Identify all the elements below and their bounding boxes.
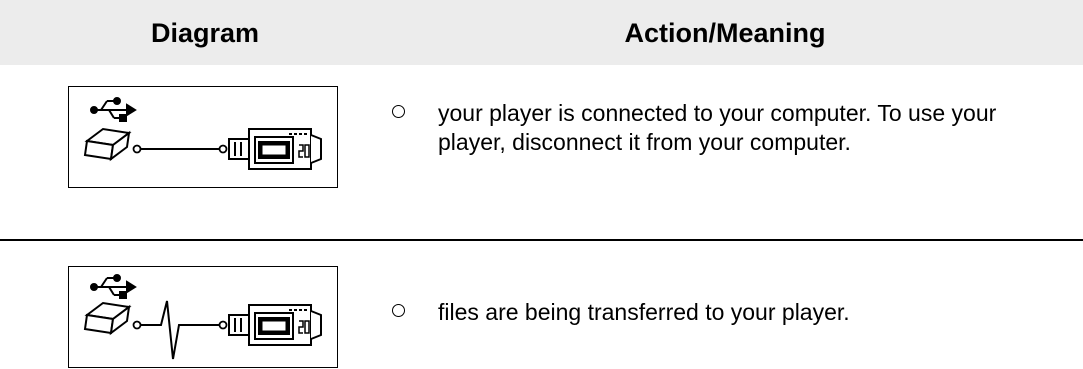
circle-bullet-icon xyxy=(392,304,405,317)
action-text: your player is connected to your compute… xyxy=(438,100,997,155)
row-divider xyxy=(0,239,1083,241)
usb-transferring-icon xyxy=(68,266,338,368)
circle-bullet-icon xyxy=(392,105,405,118)
usb-connected-icon xyxy=(68,86,338,188)
column-header-diagram: Diagram xyxy=(150,18,260,48)
table-header: Diagram Action/Meaning xyxy=(0,0,1083,65)
column-header-action: Action/Meaning xyxy=(624,18,826,48)
action-text: files are being transferred to your play… xyxy=(438,299,850,325)
